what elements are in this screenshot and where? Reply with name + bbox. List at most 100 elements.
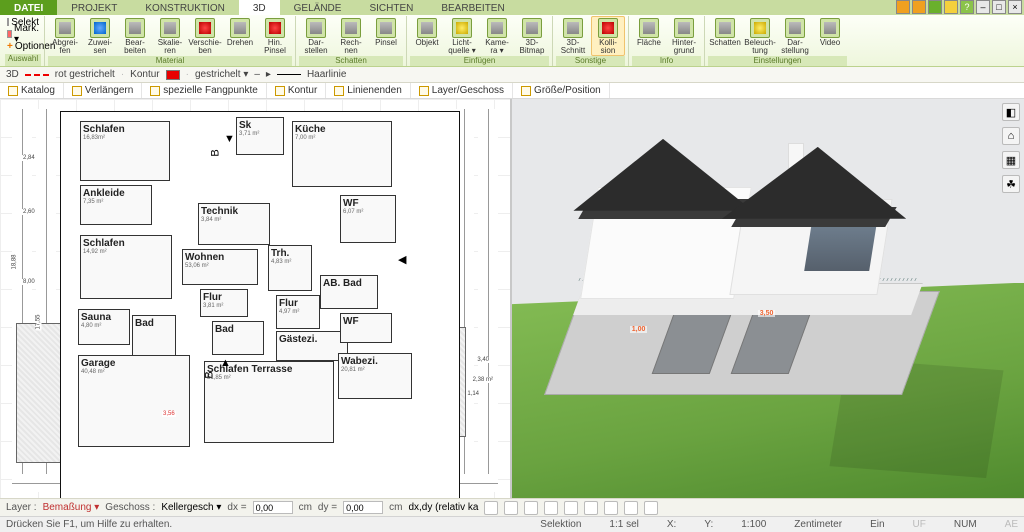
ribbon-dschnitt-button[interactable]: 3D- Schnitt (556, 16, 590, 56)
titlebar-icon-3[interactable] (928, 0, 942, 14)
mini-btn-1[interactable] (484, 501, 498, 515)
ribbon-bearbeiten-button[interactable]: Bear- beiten (118, 16, 152, 56)
group-label-einfuegen: Einfügen (410, 56, 549, 66)
ribbon-kamera-button[interactable]: Kame- ra ▾ (480, 16, 514, 56)
tab-konstruktion[interactable]: KONSTRUKTION (131, 0, 238, 15)
lineend-icon (334, 86, 344, 96)
window-min[interactable]: – (976, 0, 990, 14)
room-wf[interactable]: WF (340, 313, 392, 343)
room-trh[interactable]: Trh.4,83 m² (268, 245, 312, 291)
tab-sichten[interactable]: SICHTEN (355, 0, 427, 15)
dx-input[interactable] (253, 501, 293, 514)
mini-btn-7[interactable] (604, 501, 618, 515)
ribbon-darstellen-button[interactable]: Dar- stellen (299, 16, 333, 56)
ribbon-rechnen-button[interactable]: Rech- nen (334, 16, 368, 56)
ribbon-kollision-button[interactable]: Kolli- sion (591, 16, 625, 56)
help-button[interactable]: ? (960, 0, 974, 14)
palette-house-icon[interactable]: ⌂ (1002, 127, 1020, 145)
ribbon-icon (125, 18, 145, 38)
room-flur[interactable]: Flur4,97 m² (276, 295, 320, 329)
room-sauna[interactable]: Sauna4,80 m² (78, 309, 130, 345)
ribbon-skalieren-button[interactable]: Skalie- ren (153, 16, 187, 56)
mini-btn-4[interactable] (544, 501, 558, 515)
mini-btn-8[interactable] (624, 501, 638, 515)
group-label-sonstige: Sonstige (556, 56, 625, 66)
room-wf[interactable]: WF6,07 m² (340, 195, 396, 243)
tab-projekt[interactable]: PROJEKT (57, 0, 131, 15)
style-haarlinie[interactable]: Haarlinie (307, 69, 346, 80)
insp-fangpunkte[interactable]: spezielle Fangpunkte (142, 83, 267, 98)
3d-pane[interactable]: 1,00 3,50 ◧ ⌂ ▦ ☘ (512, 99, 1024, 498)
color-swatch-red[interactable] (166, 70, 180, 80)
insp-verlaengern[interactable]: Verlängern (64, 83, 142, 98)
room-technik[interactable]: Technik3,84 m² (198, 203, 270, 245)
room-name: Technik (201, 206, 267, 217)
room-wohnen[interactable]: Wohnen53,06 m² (182, 249, 258, 285)
mini-btn-6[interactable] (584, 501, 598, 515)
mark-button[interactable]: Mark. ▾ (5, 28, 41, 40)
titlebar-icon-2[interactable] (912, 0, 926, 14)
mini-btn-9[interactable] (644, 501, 658, 515)
room-bad[interactable]: Bad (212, 321, 264, 355)
room-schlafenterrasse[interactable]: Schlafen Terrasse51,85 m² (204, 361, 334, 443)
room-flur[interactable]: Flur3,81 m² (200, 289, 248, 317)
palette-plants-icon[interactable]: ☘ (1002, 175, 1020, 193)
tab-bearbeiten[interactable]: BEARBEITEN (427, 0, 518, 15)
insp-linienenden[interactable]: Linienenden (326, 83, 411, 98)
ribbon-label: Schatten (709, 39, 741, 47)
room-bad[interactable]: Bad (132, 315, 176, 359)
insp-katalog[interactable]: Katalog (0, 83, 64, 98)
ribbon-objekt-button[interactable]: Objekt (410, 16, 444, 56)
ribbon-hintergrund-button[interactable]: Hinter- grund (667, 16, 701, 56)
room-garage[interactable]: Garage40,48 m² (78, 355, 190, 447)
window-close[interactable]: × (1008, 0, 1022, 14)
ribbon-darstellung-button[interactable]: Dar- stellung (778, 16, 812, 56)
tab-gelaende[interactable]: GELÄNDE (280, 0, 356, 15)
mini-btn-5[interactable] (564, 501, 578, 515)
insp-layer-geschoss[interactable]: Layer/Geschoss (411, 83, 513, 98)
ribbon-schatten-button[interactable]: Schatten (708, 16, 742, 56)
ribbon-dbitmap-button[interactable]: 3D- Bitmap (515, 16, 549, 56)
titlebar-icon-4[interactable] (944, 0, 958, 14)
split-view: Schlafen16,83m²Ankleide7,35 m² Schlafen14… (0, 99, 1024, 498)
ribbon-flche-button[interactable]: Fläche (632, 16, 666, 56)
style-gestrichelt-dropdown[interactable]: gestrichelt ▾ (195, 69, 248, 80)
ribbon-icon (160, 18, 180, 38)
ribbon-zuweisen-button[interactable]: Zuwei- sen (83, 16, 117, 56)
style-rot-gestrichelt[interactable]: rot gestrichelt (55, 69, 115, 80)
room-wabezi[interactable]: Wabezi.20,81 m² (338, 353, 412, 399)
mini-btn-2[interactable] (504, 501, 518, 515)
room-schlafen[interactable]: Schlafen16,83m² (80, 121, 170, 181)
ribbon-lichtquelle-button[interactable]: Licht- quelle ▾ (445, 16, 479, 56)
titlebar-icon-1[interactable] (896, 0, 910, 14)
palette-layers-icon[interactable]: ◧ (1002, 103, 1020, 121)
tab-datei[interactable]: DATEI (0, 0, 57, 15)
floorplan-pane[interactable]: Schlafen16,83m²Ankleide7,35 m² Schlafen14… (0, 99, 512, 498)
ribbon-label: Bear- beiten (124, 39, 146, 55)
meas-6: 3,40 (476, 357, 490, 363)
dy-input[interactable] (343, 501, 383, 514)
optionen-button[interactable]: +Optionen (5, 40, 41, 52)
room-schlafen[interactable]: Schlafen14,92 m² (80, 235, 172, 299)
ribbon-drehen-button[interactable]: Drehen (223, 16, 257, 56)
insp-groesse-position[interactable]: Größe/Position (513, 83, 610, 98)
ribbon-video-button[interactable]: Video (813, 16, 847, 56)
ribbon-beleuchtung-button[interactable]: Beleuch- tung (743, 16, 777, 56)
ribbon-verschieben-button[interactable]: Verschie- ben (188, 16, 222, 56)
room-abbad[interactable]: AB. Bad (320, 275, 378, 309)
palette-materials-icon[interactable]: ▦ (1002, 151, 1020, 169)
room-kche[interactable]: Küche7,00 m² (292, 121, 392, 187)
coord-mode-dropdown[interactable]: dx,dy (relativ ka (408, 502, 478, 513)
room-ankleide[interactable]: Ankleide7,35 m² (80, 185, 152, 225)
ribbon-hinpinsel-button[interactable]: Hin. Pinsel (258, 16, 292, 56)
tab-3d[interactable]: 3D (239, 0, 280, 15)
mini-btn-3[interactable] (524, 501, 538, 515)
ribbon-pinsel-button[interactable]: Pinsel (369, 16, 403, 56)
geschoss-dropdown[interactable]: Kellergesch ▾ (161, 502, 221, 513)
window-max[interactable]: □ (992, 0, 1006, 14)
ribbon-label: Hinter- grund (672, 39, 696, 55)
layer-dropdown[interactable]: Bemaßung ▾ (43, 502, 100, 513)
room-sk[interactable]: Sk3,71 m² (236, 117, 284, 155)
insp-kontur[interactable]: Kontur (267, 83, 326, 98)
ribbon-abgreifen-button[interactable]: Abgrei- fen (48, 16, 82, 56)
